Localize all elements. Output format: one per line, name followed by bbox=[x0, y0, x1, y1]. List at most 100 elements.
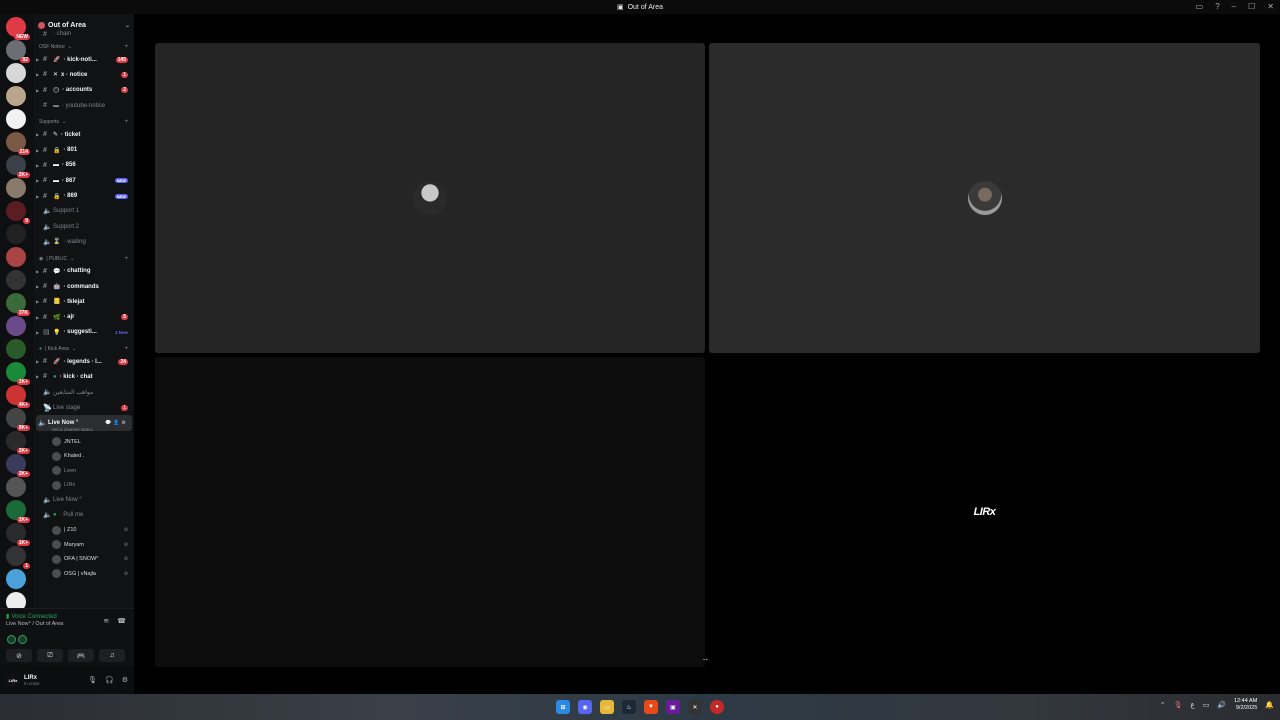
channel-tklejat[interactable]: ▶ # 📒 · tklejat bbox=[34, 294, 134, 309]
channel-ticket[interactable]: ▶ # ✎ · ticket bbox=[34, 127, 134, 142]
voice-member[interactable]: LIRx bbox=[34, 478, 134, 493]
voice-member[interactable]: OSG | vNajla ⊘ bbox=[34, 567, 134, 582]
server-icon[interactable]: 9 bbox=[6, 201, 30, 224]
voice-pull-me[interactable]: 🔈 ● · Pull me bbox=[34, 508, 134, 523]
server-icon[interactable]: 1K+ bbox=[6, 523, 30, 546]
channel-commands[interactable]: ▶ # 🤖 · commands bbox=[34, 279, 134, 294]
chevron-up-icon[interactable]: ⌃ bbox=[1160, 701, 1166, 709]
close-button[interactable]: ✕ bbox=[1267, 2, 1274, 11]
channel-chatting[interactable]: ▶ # 💬 · chatting bbox=[34, 264, 134, 279]
server-icon[interactable]: 2K+ bbox=[6, 431, 30, 454]
voice-member[interactable]: JNTEL bbox=[34, 435, 134, 450]
add-channel-icon[interactable]: + bbox=[124, 346, 128, 352]
category-supports[interactable]: Supports ⌄ + bbox=[34, 113, 134, 127]
voice-live-now-2[interactable]: 🔈 Live Now ° bbox=[34, 493, 134, 508]
start-button[interactable]: ⊞ bbox=[556, 700, 570, 714]
add-channel-icon[interactable]: + bbox=[124, 44, 128, 50]
help-icon[interactable]: ? bbox=[1215, 2, 1219, 11]
channel-action-icons[interactable]: 💬👤⚙ bbox=[105, 420, 128, 426]
channel-youtube-notice[interactable]: # ▬ · youtube-notice bbox=[34, 98, 134, 113]
add-channel-icon[interactable]: + bbox=[124, 256, 128, 262]
channel-legends[interactable]: ▶ # 🚀 · legends · l... 24 bbox=[34, 354, 134, 369]
voice-arabic[interactable]: 🔈 مواهب المتابعين bbox=[34, 385, 134, 400]
channel-accounts[interactable]: ▶ # 😶 · accounts 2 bbox=[34, 83, 134, 98]
notification-bell-icon[interactable]: 🔔 bbox=[1265, 701, 1274, 709]
screen-share-button[interactable]: ⎚ bbox=[37, 649, 63, 662]
voice-member[interactable]: Leen bbox=[34, 464, 134, 479]
gear-icon[interactable]: ⚙ bbox=[122, 676, 128, 684]
channel-partial[interactable]: # · chain bbox=[34, 30, 134, 38]
recording-app-icon[interactable]: ● bbox=[710, 700, 724, 714]
xbox-icon[interactable]: ✕ bbox=[688, 700, 702, 714]
steam-icon[interactable]: ♨ bbox=[622, 700, 636, 714]
server-icon[interactable] bbox=[6, 316, 26, 336]
voice-member[interactable]: | Z10 ⊘ bbox=[34, 523, 134, 538]
server-icon[interactable] bbox=[6, 63, 26, 83]
add-channel-icon[interactable]: + bbox=[124, 119, 128, 125]
clock[interactable]: 12:44 AM 9/2/2025 bbox=[1234, 698, 1257, 712]
mic-icon[interactable]: 🎙 bbox=[88, 676, 97, 684]
category-kick[interactable]: ● | Kick Area ⌄ + bbox=[34, 340, 134, 354]
voice-support-1[interactable]: 🔈 Support 1 bbox=[34, 204, 134, 219]
discord-app-icon[interactable]: ◉ bbox=[578, 700, 592, 714]
server-icon[interactable] bbox=[6, 109, 26, 129]
channel-status[interactable]: Set a channel status bbox=[34, 427, 134, 435]
server-icon[interactable] bbox=[6, 477, 26, 497]
disconnect-icon[interactable]: ☎ bbox=[117, 617, 126, 625]
volume-icon[interactable]: 🔊 bbox=[1217, 701, 1226, 709]
avatar[interactable]: LIRx bbox=[6, 673, 20, 687]
video-tile-3[interactable]: ... bbox=[155, 357, 711, 667]
server-icon[interactable]: 2K+ bbox=[6, 454, 30, 477]
server-icon[interactable]: 1K+ bbox=[6, 362, 30, 385]
video-tile-1[interactable] bbox=[155, 43, 705, 353]
server-icon[interactable] bbox=[6, 270, 26, 290]
server-icon[interactable]: 9K+ bbox=[6, 408, 30, 431]
server-icon[interactable] bbox=[6, 569, 26, 589]
channel-suggestions[interactable]: ▶ ▤ 💡 · suggesti... 3 New bbox=[34, 325, 134, 340]
voice-member[interactable]: OFA | SNOW° ⊘ bbox=[34, 552, 134, 567]
video-tile-2[interactable] bbox=[709, 43, 1260, 353]
server-icon[interactable]: 1K+ bbox=[6, 500, 30, 523]
headphones-icon[interactable]: 🎧 bbox=[105, 676, 114, 684]
file-explorer-icon[interactable]: ▭ bbox=[600, 700, 614, 714]
mic-tray-icon[interactable]: 🎙 bbox=[1174, 701, 1183, 709]
activity-button[interactable]: 🎮 bbox=[68, 649, 94, 662]
server-icon[interactable]: NEW bbox=[6, 17, 30, 40]
server-icon[interactable] bbox=[6, 224, 26, 244]
server-icon[interactable]: 2K+ bbox=[6, 155, 30, 178]
channel-kick-notice[interactable]: ▶ # 🚀 · kick-noti... 145 bbox=[34, 52, 134, 67]
stage-live[interactable]: 📡 Live stage 1 bbox=[34, 400, 134, 415]
server-icon[interactable] bbox=[6, 178, 26, 198]
voice-member[interactable]: Maryam ⊘ bbox=[34, 538, 134, 553]
network-icon[interactable]: ▭ bbox=[1203, 701, 1210, 709]
noise-suppression-icon[interactable]: ≋ bbox=[103, 617, 109, 625]
channel-856[interactable]: ▶ # ▬ · 856 bbox=[34, 158, 134, 173]
channel-801[interactable]: ▶ # 🔒 · 801 bbox=[34, 142, 134, 157]
soundboard-button[interactable]: ♫ bbox=[99, 649, 125, 662]
voice-support-2[interactable]: 🔈 Support 2 bbox=[34, 219, 134, 234]
server-icon[interactable]: 4K+ bbox=[6, 385, 30, 408]
server-icon[interactable]: 1 bbox=[6, 546, 30, 569]
channel-869[interactable]: ▶ # 🔒 · 869 NEW bbox=[34, 188, 134, 203]
media-app-icon[interactable]: ▣ bbox=[666, 700, 680, 714]
maximize-button[interactable]: ☐ bbox=[1248, 2, 1255, 11]
category-osf[interactable]: OSF Notice ⌄ + bbox=[34, 38, 134, 52]
video-tile-4[interactable]: LIRx bbox=[709, 357, 1260, 667]
category-public[interactable]: ◉ | PUBLIC ⌄ + bbox=[34, 250, 134, 264]
channel-ajr[interactable]: ▶ # 🌿 · ajr 5 bbox=[34, 309, 134, 324]
voice-waiting[interactable]: 🔈 ⌛ · waiting bbox=[34, 234, 134, 249]
channel-kick-chat[interactable]: ▶ # ● · kick · chat bbox=[34, 369, 134, 384]
server-icon[interactable]: 92 bbox=[6, 40, 30, 63]
brave-browser-icon[interactable]: ▼ bbox=[644, 700, 658, 714]
camera-off-button[interactable]: ⊘ bbox=[6, 649, 32, 662]
server-icon[interactable]: 214 bbox=[6, 132, 30, 155]
language-indicator[interactable]: ع bbox=[1191, 701, 1195, 709]
inbox-icon[interactable]: ▭ bbox=[1196, 2, 1204, 11]
voice-member[interactable]: Khaled . bbox=[34, 449, 134, 464]
channel-867[interactable]: ▶ # ▬ · 867 NEW bbox=[34, 173, 134, 188]
minimize-button[interactable]: – bbox=[1232, 2, 1236, 11]
server-icon[interactable] bbox=[6, 247, 26, 267]
server-icon[interactable] bbox=[6, 86, 26, 106]
server-icon[interactable]: 37K bbox=[6, 293, 30, 316]
channel-x-notice[interactable]: ▶ # ✕ x · notice 1 bbox=[34, 67, 134, 82]
